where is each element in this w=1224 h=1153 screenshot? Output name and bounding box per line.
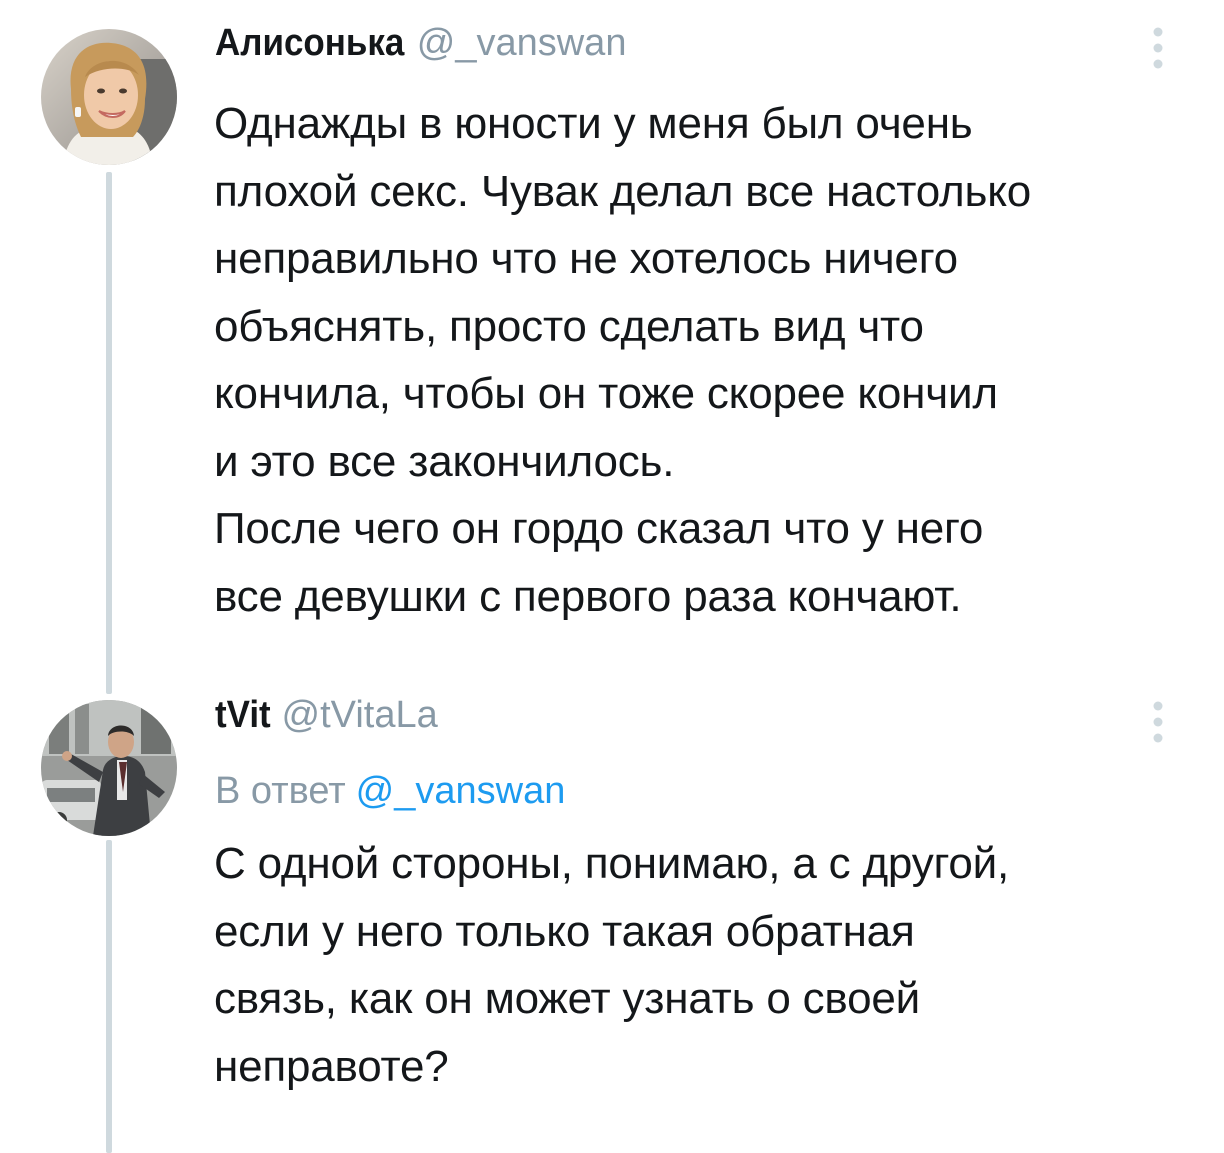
user-handle[interactable]: @_vanswan (417, 22, 627, 65)
user-avatar-photo-man-icon (41, 700, 177, 836)
tweet-text: Однажды в юности у меня был очень плохой… (214, 99, 1032, 621)
user-avatar-photo-woman-icon (41, 29, 177, 165)
avatar[interactable] (41, 29, 177, 165)
tweet-header: Алисонька @_vanswan (215, 22, 626, 65)
thread-connector (106, 172, 112, 694)
avatar[interactable] (41, 700, 177, 836)
more-vertical-icon[interactable] (1144, 24, 1172, 72)
reply-handle-link[interactable]: @_vanswan (356, 770, 566, 812)
display-name[interactable]: tVit (215, 694, 271, 737)
tweet-header: tVit @tVitaLa (215, 694, 438, 737)
tweet-thread: Алисонька @_vanswan Однажды в юности у м… (0, 0, 1224, 1153)
user-handle[interactable]: @tVitaLa (282, 694, 438, 737)
reply-to-line: В ответ @_vanswan (215, 770, 565, 813)
tweet-text: С одной стороны, понимаю, а с другой, ес… (214, 839, 1010, 1091)
thread-connector (106, 840, 112, 1153)
display-name[interactable]: Алисонька (215, 22, 404, 65)
more-vertical-icon[interactable] (1144, 698, 1172, 746)
reply-prefix: В ответ (215, 770, 346, 812)
